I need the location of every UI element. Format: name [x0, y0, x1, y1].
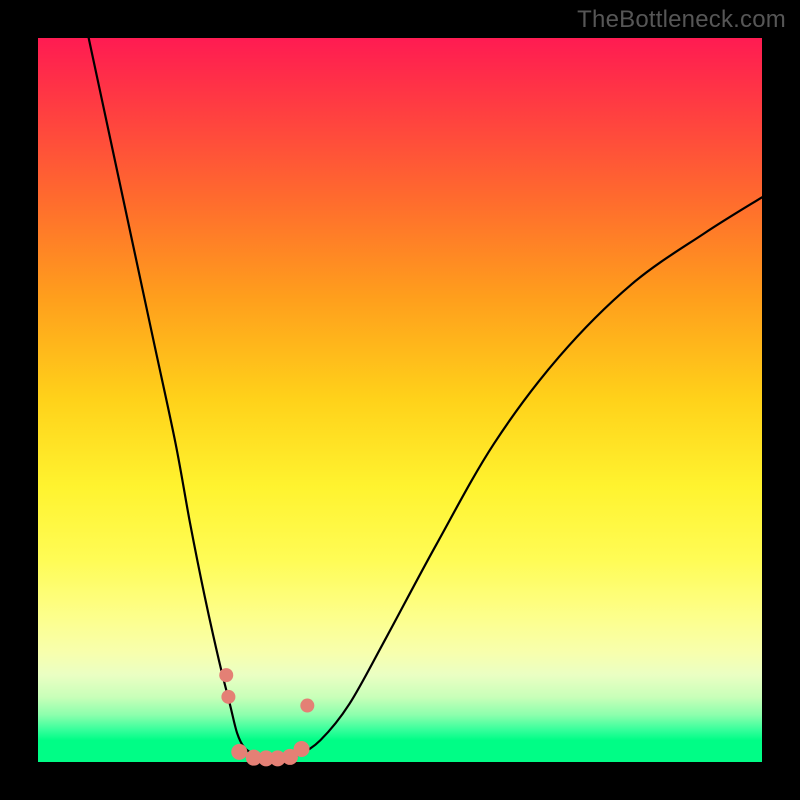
watermark-text: TheBottleneck.com [577, 6, 786, 34]
trough-marker-dot [300, 699, 314, 713]
trough-marker-dot [221, 690, 235, 704]
chart-area [38, 38, 762, 762]
bottleneck-curve [89, 38, 762, 759]
trough-marker-dot [231, 744, 247, 760]
trough-marker-dot [219, 668, 233, 682]
trough-marker-dot [294, 741, 310, 757]
chart-svg [38, 38, 762, 762]
